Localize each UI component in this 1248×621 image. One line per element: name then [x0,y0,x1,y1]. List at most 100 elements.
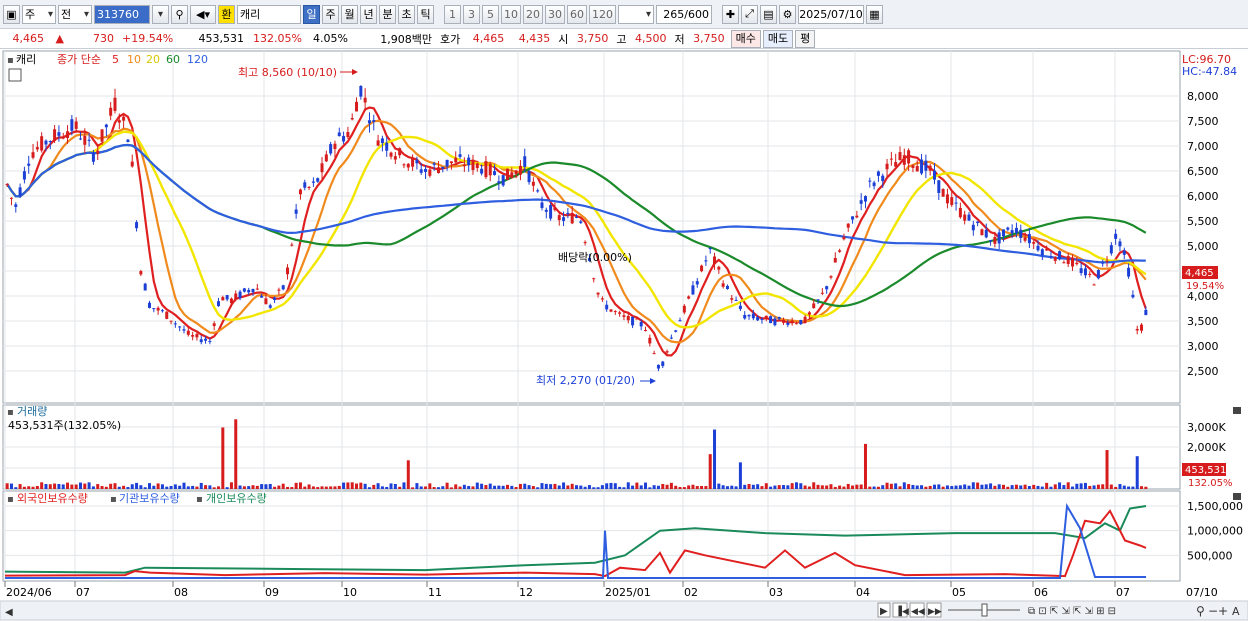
layout-icon[interactable]: ▣ [3,4,20,24]
calendar-button[interactable]: ▦ [866,4,883,24]
interval-20[interactable]: 20 [523,4,543,24]
volume-bar [212,487,216,489]
candle-body [406,163,410,168]
interval-5[interactable]: 5 [482,4,499,24]
y-tick-label: 2,500 [1187,365,1219,378]
volume-bar [286,486,290,489]
volume-bar [777,485,781,489]
interval-custom-select[interactable]: ▾ [618,4,654,24]
volume-bar [488,483,492,489]
volume-bar [471,486,475,489]
pane-close-icon[interactable] [1233,407,1241,414]
scope-select[interactable]: 전 ▾ [58,4,92,24]
candle-body [324,154,328,162]
volume-bar [1040,486,1044,489]
eval-button[interactable]: 평 [795,29,816,48]
volume-bar [760,486,764,489]
volume-bar [605,483,609,489]
candle-body [639,322,643,327]
period-minute[interactable]: 분 [379,4,396,24]
candle-body [618,312,622,314]
y-axis-ticks: 8,0007,5007,0006,5006,0005,5005,0004,500… [1187,90,1243,562]
table-toggle-icon[interactable] [8,68,22,82]
volume-bar [738,462,742,489]
stock-code-input[interactable]: 313760 [94,4,150,24]
stock-name-field[interactable]: 캐리 [237,4,301,24]
interval-label: 120 [592,7,613,21]
period-tick[interactable]: 틱 [417,4,434,24]
candle-body [777,317,781,319]
volume-bar [510,485,514,489]
volume-bar [268,483,272,489]
candle-body [225,295,229,300]
candle-body [941,189,945,197]
candle-body [411,158,415,167]
interval-60[interactable]: 60 [567,4,587,24]
volume-bar [324,486,328,489]
buy-button[interactable]: 매수 [730,29,761,48]
volume-bar [147,483,151,489]
count-input[interactable]: 265/600 [656,4,712,24]
x-tick-label: 02 [684,586,698,599]
tool-icons[interactable]: ⧉ ⊡ ⇱ ⇲ ⇱ ⇲ ⊞ ⊟ [1028,606,1116,617]
auto-scale-icon[interactable]: A [1232,605,1240,618]
candle-body [734,300,738,302]
market-select[interactable]: 주 ▾ [22,4,56,24]
crosshair-button[interactable]: ✚ [722,4,739,24]
candle-body [497,181,501,184]
volume-bar [881,485,885,489]
period-month[interactable]: 월 [341,4,358,24]
period-year[interactable]: 년 [360,4,377,24]
interval-1[interactable]: 1 [444,4,461,24]
sound-button[interactable]: ◀▾ [190,4,216,24]
volume-bar [928,485,932,489]
candle-body [40,136,44,151]
candle-body [562,217,566,221]
volume-bar [96,484,100,489]
period-year-label: 년 [363,8,374,21]
sell-button[interactable]: 매도 [762,29,794,48]
ma-120-label: 120 [187,53,208,66]
minus-icon[interactable]: − [1208,604,1218,618]
zoom-button[interactable]: ⤢ [741,4,758,24]
settings-button[interactable]: ⚙ [779,4,796,24]
zoom-slider-handle[interactable] [981,603,988,617]
volume-bar [829,484,833,489]
interval-30[interactable]: 30 [545,4,565,24]
pane-menu-icon[interactable]: ▪ [7,407,14,418]
candle-body [238,291,242,299]
volume-bar [544,483,548,489]
period-day[interactable]: 일 [303,4,320,24]
interval-120[interactable]: 120 [589,4,616,24]
candle-body [467,157,471,166]
interval-10[interactable]: 10 [501,4,521,24]
candle-body [195,333,199,338]
candle-body [570,212,574,224]
volume-bar [1058,482,1062,489]
plus-icon[interactable]: + [1218,604,1228,618]
zoom-out-icon[interactable]: ⚲ [1196,604,1205,618]
volume-bar [122,485,126,489]
scroll-left-icon[interactable]: ◀ [5,607,13,618]
period-second[interactable]: 초 [398,4,415,24]
candle-body [846,223,850,228]
date-input[interactable]: 2025/07/10 [798,4,864,24]
search-button[interactable]: ⚲ [171,4,188,24]
period-week[interactable]: 주 [322,4,339,24]
candle-body [333,143,337,150]
code-dropdown-button[interactable]: ▾ [152,4,169,24]
candle-body [1066,256,1070,264]
fast-forward-icon: ▶▶ [928,607,942,617]
volume-bar [1083,482,1087,489]
save-button[interactable]: ▤ [760,4,777,24]
x-tick-label: 06 [1034,586,1048,599]
stock-chart[interactable]: 8,0007,5007,0006,5006,0005,5005,0004,500… [0,49,1248,621]
pane-menu-icon[interactable]: ▪ [7,55,14,66]
volume-bar [889,483,893,489]
candle-body [1045,249,1049,251]
interval-3[interactable]: 3 [463,4,480,24]
pane-close-icon[interactable] [1233,493,1241,500]
candle-body [191,335,195,337]
candle-body [247,289,251,293]
pane-menu-icon[interactable]: ▪ [7,494,14,505]
